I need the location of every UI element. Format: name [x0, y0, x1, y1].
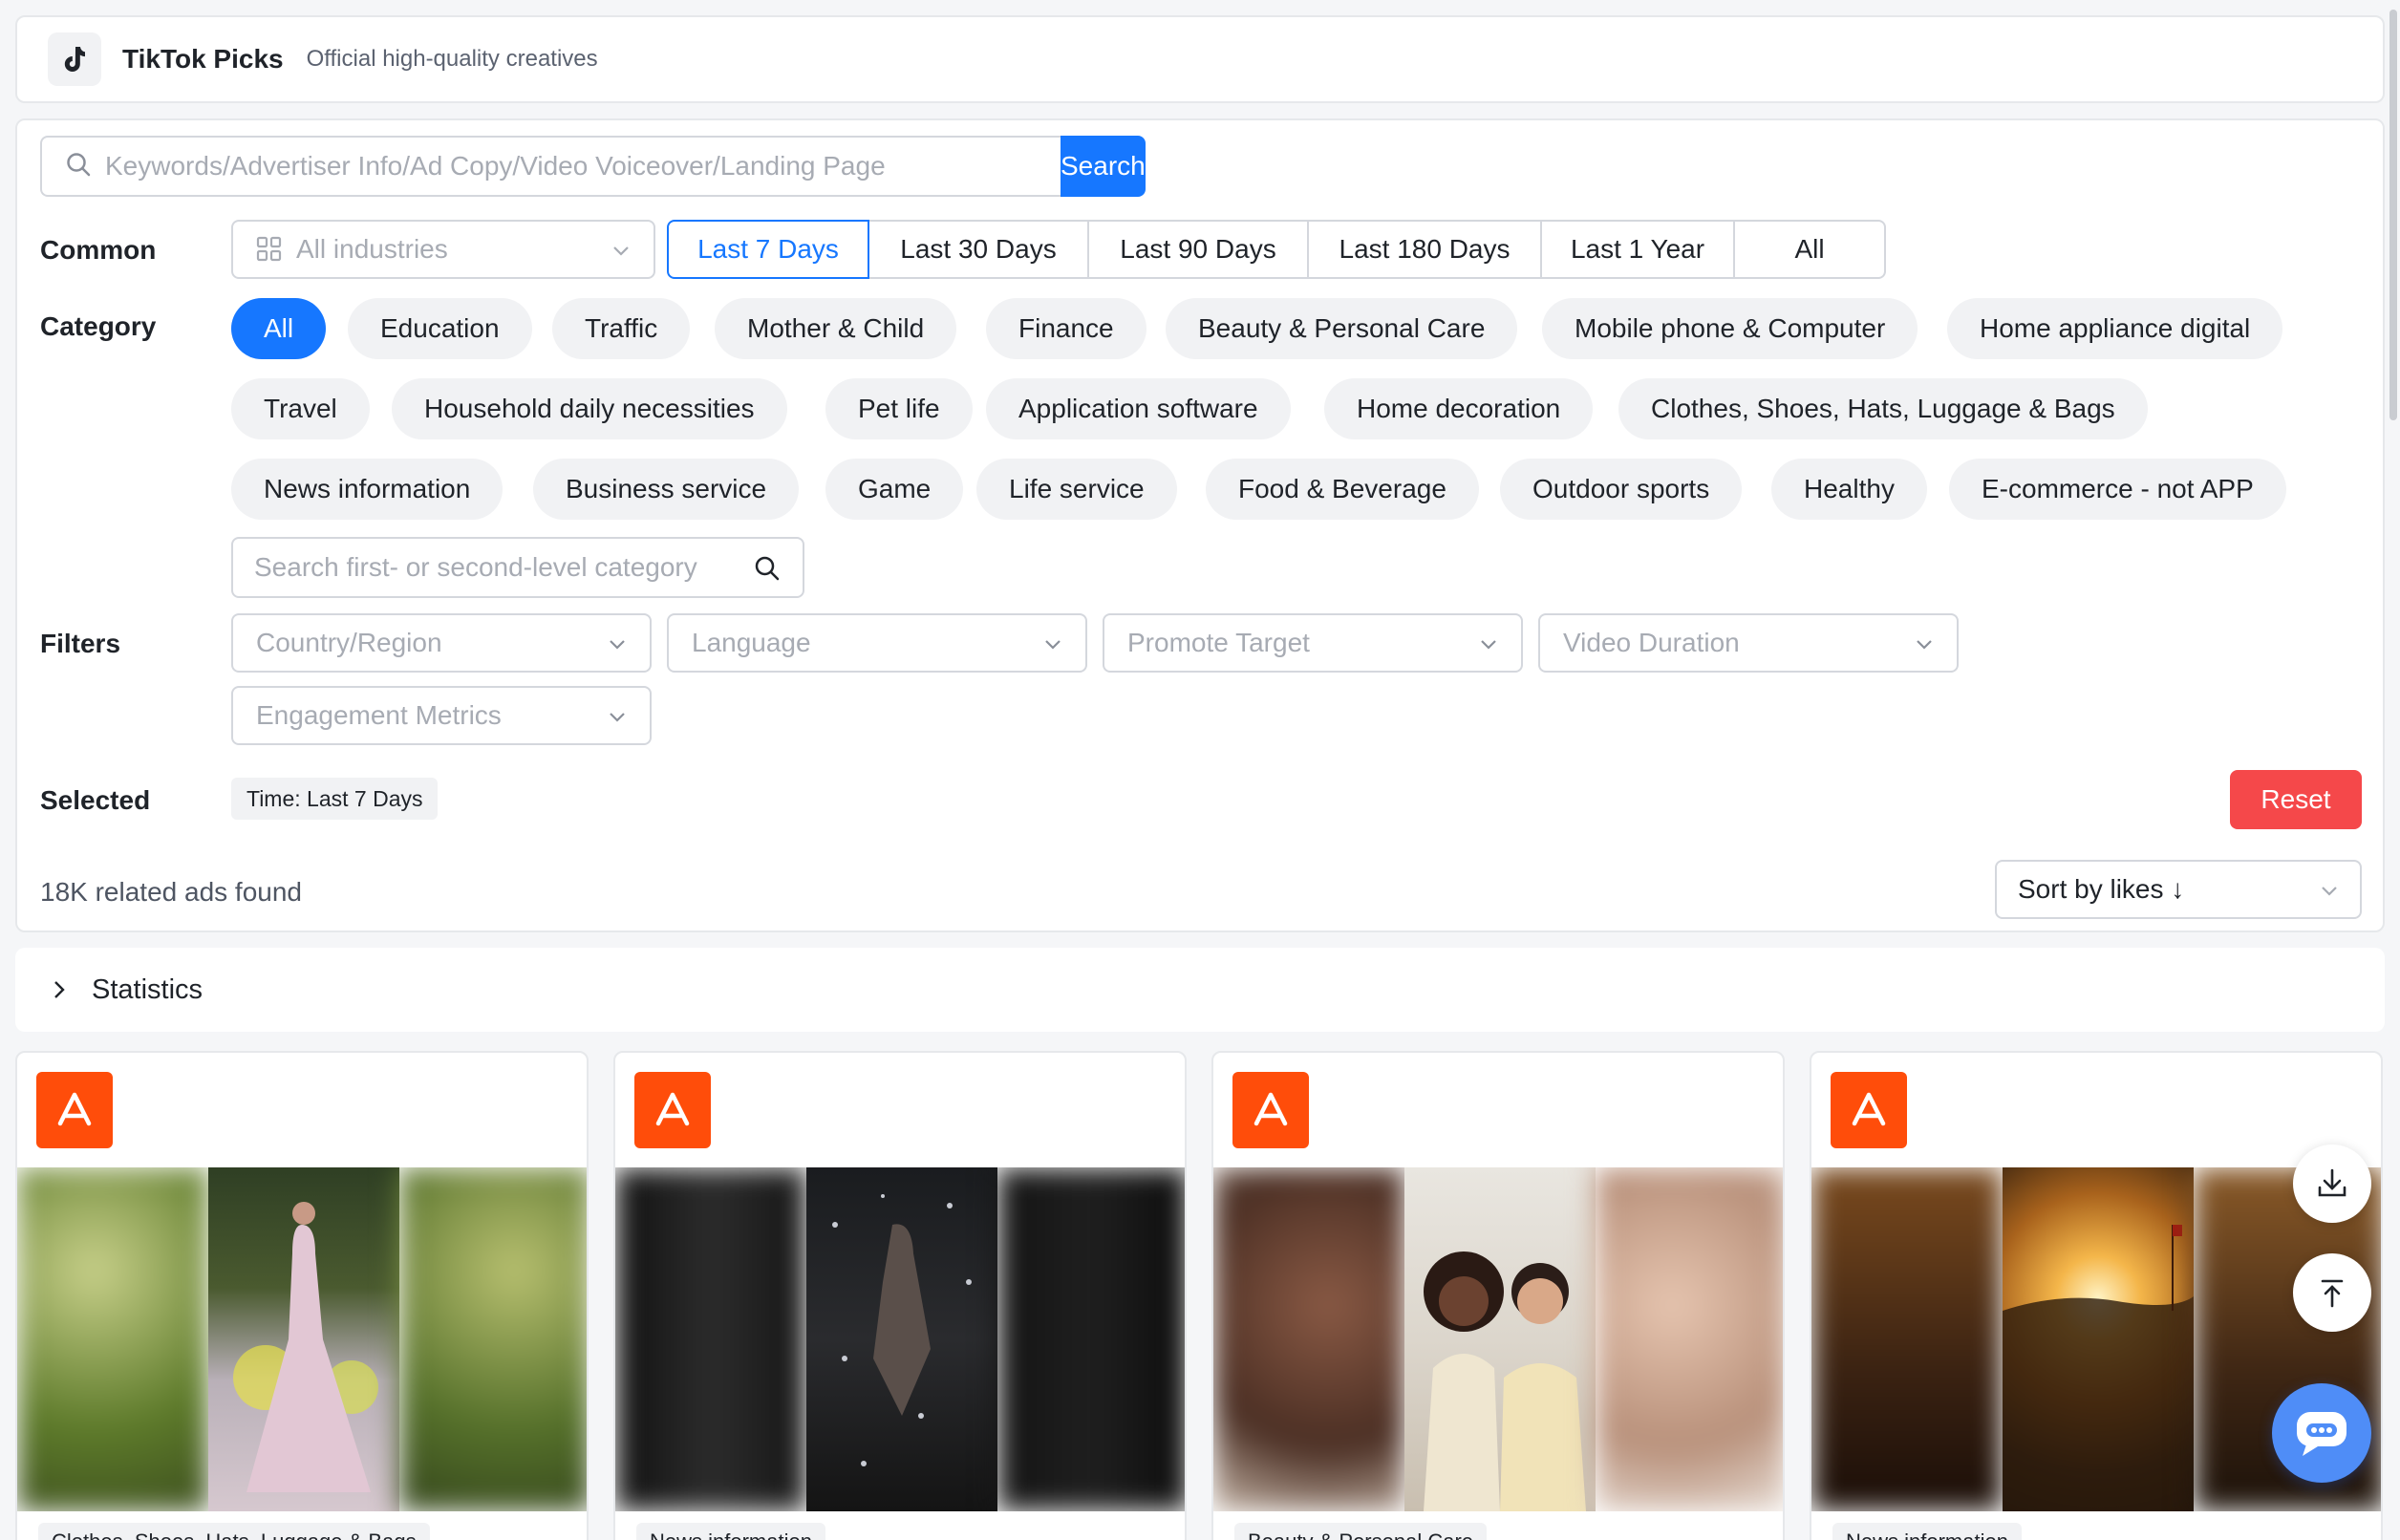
- time-range-group: Last 7 Days Last 30 Days Last 90 Days La…: [667, 220, 1886, 279]
- video-duration-select[interactable]: Video Duration: [1538, 613, 1959, 673]
- card-category-tag: Beauty & Personal Care: [1234, 1523, 1488, 1540]
- category-label: Category: [40, 311, 157, 341]
- category-chip-all[interactable]: All: [231, 298, 327, 359]
- chat-icon: [2293, 1408, 2350, 1458]
- chat-button[interactable]: [2272, 1383, 2371, 1483]
- ad-card[interactable]: News information: [613, 1051, 1187, 1540]
- grid-icon: [256, 236, 283, 263]
- chevron-down-icon: [606, 705, 629, 736]
- sort-select[interactable]: Sort by likes ↓: [1995, 860, 2362, 919]
- category-search-placeholder: Search first- or second-level category: [254, 552, 697, 582]
- search-icon: [65, 151, 92, 182]
- video-thumbnail[interactable]: [17, 1167, 587, 1511]
- category-chip-pet-life[interactable]: Pet life: [825, 378, 973, 439]
- chevron-down-icon: [610, 239, 632, 269]
- category-chip-food-beverage[interactable]: Food & Beverage: [1206, 459, 1479, 520]
- scrollbar-thumb[interactable]: [2389, 10, 2397, 420]
- video-duration-placeholder: Video Duration: [1563, 628, 1740, 657]
- category-chip-household[interactable]: Household daily necessities: [392, 378, 787, 439]
- language-select[interactable]: Language: [667, 613, 1087, 673]
- chevron-down-icon: [1913, 632, 1936, 663]
- filters-label: Filters: [40, 629, 121, 658]
- chevron-down-icon: [1041, 632, 1064, 663]
- engagement-metrics-placeholder: Engagement Metrics: [256, 700, 502, 730]
- industry-select-value: All industries: [296, 234, 448, 264]
- time-range-180-days[interactable]: Last 180 Days: [1309, 220, 1542, 279]
- search-box[interactable]: [40, 136, 1061, 197]
- time-range-7-days[interactable]: Last 7 Days: [667, 220, 869, 279]
- app-subtitle: Official high-quality creatives: [306, 46, 598, 72]
- video-thumbnail[interactable]: [1213, 1167, 1783, 1511]
- card-category-tag: News information: [1832, 1523, 2022, 1540]
- engagement-metrics-select[interactable]: Engagement Metrics: [231, 686, 652, 745]
- country-region-placeholder: Country/Region: [256, 628, 442, 657]
- search-button[interactable]: Search: [1061, 136, 1146, 197]
- app-store-icon: [36, 1072, 113, 1148]
- category-chip-application-software[interactable]: Application software: [986, 378, 1291, 439]
- category-chip-finance[interactable]: Finance: [986, 298, 1146, 359]
- category-chip-life-service[interactable]: Life service: [976, 459, 1177, 520]
- category-chip-traffic[interactable]: Traffic: [552, 298, 691, 359]
- download-button[interactable]: [2293, 1144, 2371, 1223]
- language-placeholder: Language: [692, 628, 811, 657]
- time-range-90-days[interactable]: Last 90 Days: [1089, 220, 1309, 279]
- reset-button[interactable]: Reset: [2230, 770, 2362, 829]
- chevron-down-icon: [2318, 879, 2341, 909]
- selected-tag: Time: Last 7 Days: [231, 778, 439, 820]
- category-chip-education[interactable]: Education: [348, 298, 532, 359]
- statistics-label: Statistics: [92, 973, 204, 1005]
- country-region-select[interactable]: Country/Region: [231, 613, 652, 673]
- industry-select[interactable]: All industries: [231, 220, 655, 279]
- back-to-top-icon: [2315, 1275, 2349, 1310]
- search-bar: Search: [40, 136, 1146, 197]
- category-chip-business-service[interactable]: Business service: [533, 459, 800, 520]
- app-store-icon: [634, 1072, 711, 1148]
- category-chip-ecommerce[interactable]: E-commerce - not APP: [1949, 459, 2286, 520]
- category-chip-game[interactable]: Game: [825, 459, 964, 520]
- category-chip-travel[interactable]: Travel: [231, 378, 370, 439]
- ad-card[interactable]: Beauty & Personal Care: [1211, 1051, 1785, 1540]
- sort-select-value: Sort by likes ↓: [2018, 874, 2185, 904]
- card-category-tag: Clothes, Shoes, Hats, Luggage & Bags: [38, 1523, 430, 1540]
- search-icon[interactable]: [753, 554, 782, 589]
- category-chip-outdoor-sports[interactable]: Outdoor sports: [1500, 459, 1743, 520]
- statistics-toggle[interactable]: Statistics: [15, 948, 2385, 1032]
- category-chip-mother-child[interactable]: Mother & Child: [715, 298, 957, 359]
- category-chip-home-decoration[interactable]: Home decoration: [1324, 378, 1594, 439]
- category-chip-mobile-computer[interactable]: Mobile phone & Computer: [1542, 298, 1918, 359]
- app-store-icon: [1232, 1072, 1309, 1148]
- chevron-right-icon: [50, 978, 69, 1001]
- promote-target-placeholder: Promote Target: [1127, 628, 1310, 657]
- results-count: 18K related ads found: [40, 877, 302, 907]
- app-header: TikTok Picks Official high-quality creat…: [15, 15, 2385, 103]
- category-chip-healthy[interactable]: Healthy: [1771, 459, 1927, 520]
- app-store-icon: [1831, 1072, 1907, 1148]
- tiktok-icon: [48, 32, 101, 86]
- time-range-1-year[interactable]: Last 1 Year: [1542, 220, 1735, 279]
- promote-target-select[interactable]: Promote Target: [1103, 613, 1523, 673]
- video-thumbnail[interactable]: [615, 1167, 1185, 1511]
- common-label: Common: [40, 235, 157, 265]
- filter-panel: Search Common All industries Last 7 Days…: [15, 118, 2385, 932]
- selected-label: Selected: [40, 785, 151, 815]
- download-icon: [2315, 1166, 2349, 1201]
- back-to-top-button[interactable]: [2293, 1253, 2371, 1332]
- chevron-down-icon: [1477, 632, 1500, 663]
- category-chip-clothes[interactable]: Clothes, Shoes, Hats, Luggage & Bags: [1618, 378, 2148, 439]
- category-chip-news[interactable]: News information: [231, 459, 504, 520]
- card-category-tag: News information: [636, 1523, 825, 1540]
- ad-card[interactable]: Clothes, Shoes, Hats, Luggage & Bags: [15, 1051, 589, 1540]
- time-range-all[interactable]: All: [1735, 220, 1886, 279]
- category-search-input[interactable]: Search first- or second-level category: [231, 537, 804, 598]
- category-chip-beauty[interactable]: Beauty & Personal Care: [1166, 298, 1518, 359]
- time-range-30-days[interactable]: Last 30 Days: [869, 220, 1089, 279]
- chevron-down-icon: [606, 632, 629, 663]
- app-title: TikTok Picks: [122, 44, 284, 74]
- category-chip-home-appliance[interactable]: Home appliance digital: [1947, 298, 2283, 359]
- search-input[interactable]: [105, 151, 1061, 182]
